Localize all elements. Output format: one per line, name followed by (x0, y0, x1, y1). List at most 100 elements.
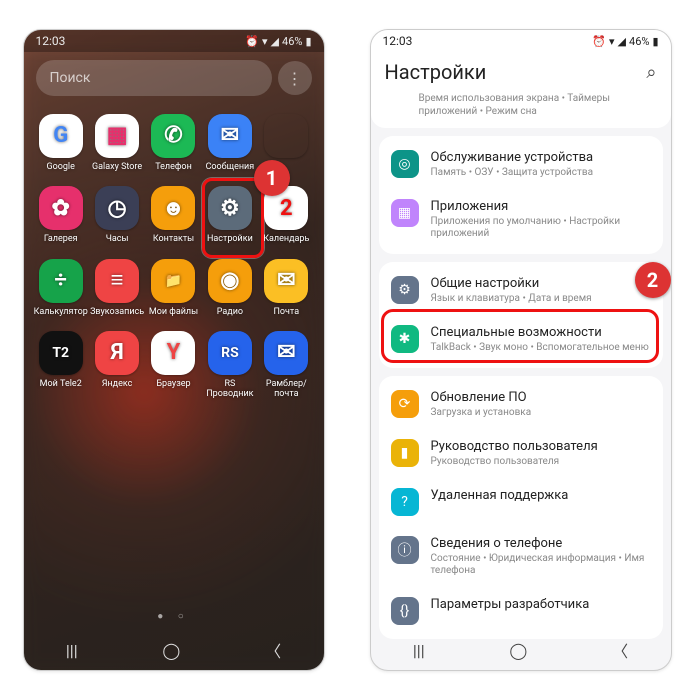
settings-item-icon: ▦ (391, 199, 419, 227)
settings-item[interactable]: ◎ Обслуживание устройства Память • ОЗУ • З… (379, 140, 663, 189)
home-screen: 12:03 ⏰ ▾ ◢ 46% ▮ Поиск ⋮ G Google ▦ Galaxy… (23, 29, 325, 671)
menu-button[interactable]: ⋮ (278, 61, 312, 95)
app-контакты[interactable]: ☻Контакты (146, 186, 200, 244)
app-icon: Я (95, 331, 139, 375)
settings-item-icon: ⚙ (391, 276, 419, 304)
app-label: Радио (217, 307, 243, 317)
settings-item-title: Сведения о телефоне (431, 536, 651, 551)
settings-item[interactable]: ?Удаленная поддержка (379, 478, 663, 526)
status-bar: 12:03 ⏰ ▾ ◢ 46% ▮ (24, 30, 324, 52)
app-icon: ☻ (151, 186, 195, 230)
settings-item-text: Обновление ПОЗагрузка и установка (431, 390, 651, 419)
settings-card: ◎ Обслуживание устройства Память • ОЗУ • З… (379, 136, 663, 254)
app-icon: ▦ (95, 114, 139, 158)
settings-list[interactable]: ◎ Обслуживание устройства Память • ОЗУ • З… (371, 136, 671, 639)
highlight-accessibility (381, 309, 659, 363)
prev-item-subtitle: Время использования экрана • Таймеры при… (371, 92, 671, 128)
app-icon: ✉ (264, 331, 308, 375)
nav-home[interactable]: ◯ (509, 641, 527, 660)
settings-item-title: Руководство пользователя (431, 439, 651, 454)
settings-item-title: Общие настройки (431, 276, 651, 291)
search-row: Поиск ⋮ (36, 60, 312, 96)
app-калькулятор[interactable]: ÷Калькулятор (34, 259, 88, 317)
settings-item-subtitle: Приложения по умолчанию • Настройки прил… (431, 216, 651, 240)
highlight-settings (202, 178, 264, 258)
app-icon: 📁 (151, 259, 195, 303)
app-icon: ✉ (264, 259, 308, 303)
settings-item[interactable]: ⚙ Общие настройки Язык и клавиатура • Дата… (379, 266, 663, 315)
app-label: Яндекс (102, 379, 133, 389)
app-радио[interactable]: ◉Радио (203, 259, 257, 317)
app-звукозапись[interactable]: ≡Звукозапись (90, 259, 144, 317)
app-телефон[interactable]: ✆Телефон (146, 114, 200, 172)
page-indicator: ● ○ (24, 611, 324, 622)
app-галерея[interactable]: ✿ Галерея (34, 186, 88, 244)
app-label: Google (46, 162, 74, 172)
settings-item-icon: ▮ (391, 439, 419, 467)
app-сообщения[interactable]: ✉ Сообщения (203, 114, 257, 172)
app-label: RS Проводник (203, 379, 257, 400)
app-рамблер-почта[interactable]: ✉ Рамблер/почта (259, 331, 313, 400)
nav-home[interactable]: ◯ (162, 641, 180, 660)
settings-item-title: Приложения (431, 199, 651, 214)
status-indicators: ⏰ ▾ ◢ 46% ▮ (245, 35, 311, 48)
settings-item[interactable]: ▮Руководство пользователяРуководство пол… (379, 429, 663, 478)
nav-back[interactable]: 〈 (612, 638, 628, 662)
app-label: Календарь (263, 234, 309, 244)
app-почта[interactable]: ✉ Почта (259, 259, 313, 317)
app-label: Рамблер/почта (259, 379, 313, 400)
settings-card: ⟳Обновление ПОЗагрузка и установка ▮ Руков… (379, 376, 663, 639)
app-label: Почта (273, 307, 299, 317)
settings-screen: 12:03 ⏰ ▾ ◢ 46% ▮ Настройки ⌕ Время испо… (370, 29, 672, 671)
status-time: 12:03 (36, 34, 66, 48)
app-мои-файлы[interactable]: 📁 Мои файлы (146, 259, 200, 317)
app-мой-tele2[interactable]: T2Мой Tele2 (34, 331, 88, 400)
settings-item-subtitle: Состояние • Юридическая информация • Имя… (431, 553, 651, 577)
settings-item-text: Обслуживание устройства Память • ОЗУ • За… (431, 150, 651, 179)
app-icon: ✿ (39, 186, 83, 230)
signal-icon: ◢ (271, 35, 279, 48)
settings-item-icon: ◎ (391, 150, 419, 178)
search-input[interactable]: Поиск (36, 60, 272, 96)
battery-percent: 46% (282, 35, 302, 48)
settings-item[interactable]: ⟳Обновление ПОЗагрузка и установка (379, 380, 663, 429)
nav-recent[interactable]: ||| (413, 641, 425, 660)
app-label: Мои файлы (149, 307, 198, 317)
app-label: Galaxy Store (92, 162, 142, 172)
battery-icon: ▮ (652, 35, 658, 48)
app-label: Браузер (156, 379, 190, 389)
settings-item[interactable]: ▦ Приложения Приложения по умолчанию • Нас… (379, 189, 663, 250)
app-icon (264, 114, 308, 158)
settings-item-title: Обслуживание устройства (431, 150, 651, 165)
nav-back[interactable]: 〈 (265, 638, 281, 662)
alarm-icon: ⏰ (592, 35, 606, 48)
app-label: Сообщения (206, 162, 255, 172)
app-icon: G (39, 114, 83, 158)
app-google[interactable]: G Google (34, 114, 88, 172)
app-grid: GGoogle▦Galaxy Store✆Телефон✉Сообщения✿Г… (24, 104, 324, 410)
app-icon: ✉ (208, 114, 252, 158)
app-браузер[interactable]: YБраузер (146, 331, 200, 400)
app-label: Телефон (155, 162, 192, 172)
callout-badge-1: 1 (254, 160, 290, 196)
settings-item[interactable]: ⓘСведения о телефонеСостояние • Юридичес… (379, 526, 663, 587)
app-icon: RS (208, 331, 252, 375)
settings-item-text: Приложения Приложения по умолчанию • Наст… (431, 199, 651, 240)
settings-item-subtitle: Язык и клавиатура • Дата и время (431, 293, 651, 305)
status-indicators: ⏰ ▾ ◢ 46% ▮ (592, 35, 658, 48)
callout-badge-2: 2 (635, 262, 671, 298)
settings-item-subtitle: Загрузка и установка (431, 407, 651, 419)
nav-bar: ||| ◯ 〈 (24, 630, 324, 670)
nav-recent[interactable]: ||| (66, 641, 78, 660)
settings-item-subtitle: Память • ОЗУ • Защита устройства (431, 167, 651, 179)
battery-percent: 46% (629, 35, 649, 48)
app-galaxy-store[interactable]: ▦ Galaxy Store (90, 114, 144, 172)
app-яндекс[interactable]: Я Яндекс (90, 331, 144, 400)
settings-item[interactable]: {}Параметры разработчика (379, 587, 663, 635)
app-label: Галерея (44, 234, 78, 244)
app-rs-проводник[interactable]: RS RS Проводник (203, 331, 257, 400)
search-icon[interactable]: ⌕ (646, 62, 656, 83)
app-icon: T2 (39, 331, 83, 375)
settings-header: Настройки ⌕ (371, 52, 671, 92)
app-часы[interactable]: ◷Часы (90, 186, 144, 244)
